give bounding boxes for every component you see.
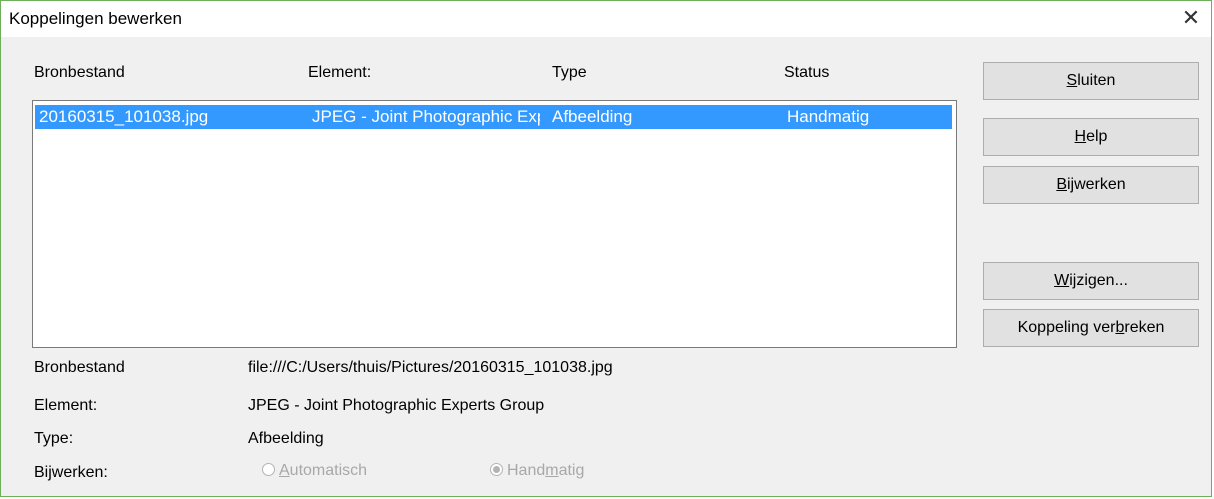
type-label: Type: bbox=[34, 430, 74, 447]
radio-unchecked-icon bbox=[262, 463, 275, 476]
table-row[interactable]: 20160315_101038.jpg JPEG - Joint Photogr… bbox=[35, 105, 952, 129]
break-link-button[interactable]: Koppeling verbreken bbox=[983, 309, 1199, 347]
column-header-element: Element: bbox=[308, 64, 372, 81]
column-header-source: Bronbestand bbox=[34, 64, 125, 81]
edit-links-dialog: Koppelingen bewerken ✕ Bronbestand Eleme… bbox=[0, 0, 1212, 497]
close-button[interactable]: Sluiten bbox=[983, 62, 1199, 100]
column-header-type: Type bbox=[552, 64, 587, 81]
row-type: Afbeelding bbox=[552, 107, 633, 126]
update-button[interactable]: Bijwerken bbox=[983, 166, 1199, 204]
column-header-status: Status bbox=[784, 64, 830, 81]
update-mode-label: Bijwerken: bbox=[34, 464, 108, 481]
row-status: Handmatig bbox=[787, 107, 870, 126]
row-element: JPEG - Joint Photographic Experts Group bbox=[312, 107, 540, 126]
radio-checked-icon bbox=[490, 463, 503, 476]
element-value: JPEG - Joint Photographic Experts Group bbox=[248, 397, 545, 414]
source-label: Bronbestand bbox=[34, 359, 125, 376]
manual-radio[interactable]: Handmatig bbox=[490, 462, 584, 480]
links-list[interactable]: 20160315_101038.jpg JPEG - Joint Photogr… bbox=[32, 100, 957, 348]
modify-button[interactable]: Wijzigen... bbox=[983, 262, 1199, 300]
row-source: 20160315_101038.jpg bbox=[39, 107, 209, 126]
help-button[interactable]: Help bbox=[983, 118, 1199, 156]
dialog-title: Koppelingen bewerken bbox=[9, 9, 182, 28]
title-bar: Koppelingen bewerken ✕ bbox=[1, 1, 1211, 37]
source-value: file:///C:/Users/thuis/Pictures/20160315… bbox=[248, 359, 613, 376]
automatic-radio[interactable]: Automatisch bbox=[262, 462, 367, 480]
close-icon[interactable]: ✕ bbox=[1179, 7, 1203, 31]
type-value: Afbeelding bbox=[248, 430, 324, 447]
element-label: Element: bbox=[34, 397, 98, 414]
